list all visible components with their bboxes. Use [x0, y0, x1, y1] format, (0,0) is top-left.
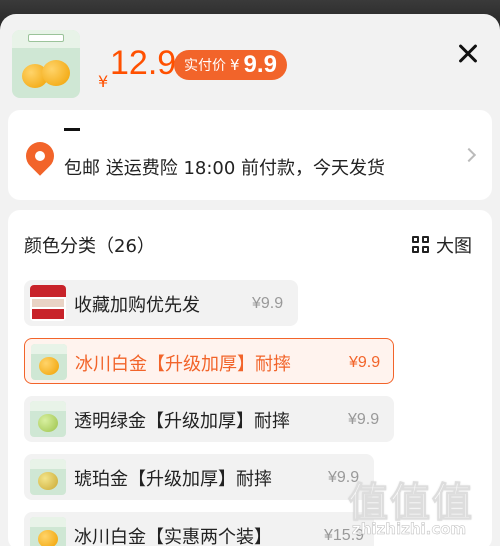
fruit-image	[42, 60, 70, 86]
variant-option-2[interactable]: 透明绿金【升级加厚】耐摔 ¥9.9	[24, 396, 394, 442]
original-price: 12.9	[110, 44, 177, 82]
variant-thumb-icon	[30, 285, 66, 321]
variant-option-4[interactable]: 冰川白金【实惠两个装】 ¥15.9	[24, 512, 374, 546]
paid-price-value: 9.9	[243, 51, 277, 78]
variant-label: 冰川白金【升级加厚】耐摔	[75, 354, 291, 375]
shipping-card[interactable]: 包邮 送运费险 18:00 前付款，今天发货	[8, 110, 492, 200]
variant-thumb-icon	[30, 459, 66, 495]
thumbnail-tag	[28, 34, 64, 42]
variant-label: 透明绿金【升级加厚】耐摔	[74, 411, 290, 432]
paid-price-badge: 实付价 ¥ 9.9	[174, 50, 287, 80]
address-line	[64, 128, 80, 131]
variant-thumb-icon	[30, 517, 66, 546]
sku-selector-sheet: ¥ 12.9 实付价 ¥ 9.9 包邮 送运费险 18:00 前付款，今天发货 …	[0, 14, 500, 546]
paid-price-label: 实付价	[184, 58, 226, 74]
variant-price: ¥9.9	[252, 295, 284, 312]
price-currency: ¥	[98, 72, 109, 91]
grid-icon	[412, 236, 430, 254]
big-image-button[interactable]: 大图	[412, 232, 472, 258]
paid-price-currency: ¥	[230, 56, 240, 74]
location-pin-icon	[20, 136, 60, 176]
variant-price: ¥9.9	[349, 354, 381, 371]
close-icon[interactable]	[454, 40, 482, 68]
product-thumbnail[interactable]	[12, 30, 80, 98]
shipping-info: 包邮 送运费险 18:00 前付款，今天发货	[64, 158, 386, 179]
variant-option-1[interactable]: 冰川白金【升级加厚】耐摔 ¥9.9	[24, 338, 394, 384]
variant-price: ¥9.9	[348, 411, 380, 428]
variant-thumb-icon	[30, 401, 66, 437]
chevron-right-icon	[461, 147, 477, 163]
variant-label: 冰川白金【实惠两个装】	[74, 527, 272, 546]
watermark-url: zhizhizhi.com	[352, 520, 467, 539]
variant-option-0[interactable]: 收藏加购优先发 ¥9.9	[24, 280, 298, 326]
variant-section-title: 颜色分类（26）	[24, 236, 155, 257]
big-image-label: 大图	[436, 236, 472, 257]
variant-label: 收藏加购优先发	[74, 295, 200, 316]
variant-thumb-icon	[31, 344, 67, 380]
variant-label: 琥珀金【升级加厚】耐摔	[74, 469, 272, 490]
variant-option-3[interactable]: 琥珀金【升级加厚】耐摔 ¥9.9	[24, 454, 374, 500]
